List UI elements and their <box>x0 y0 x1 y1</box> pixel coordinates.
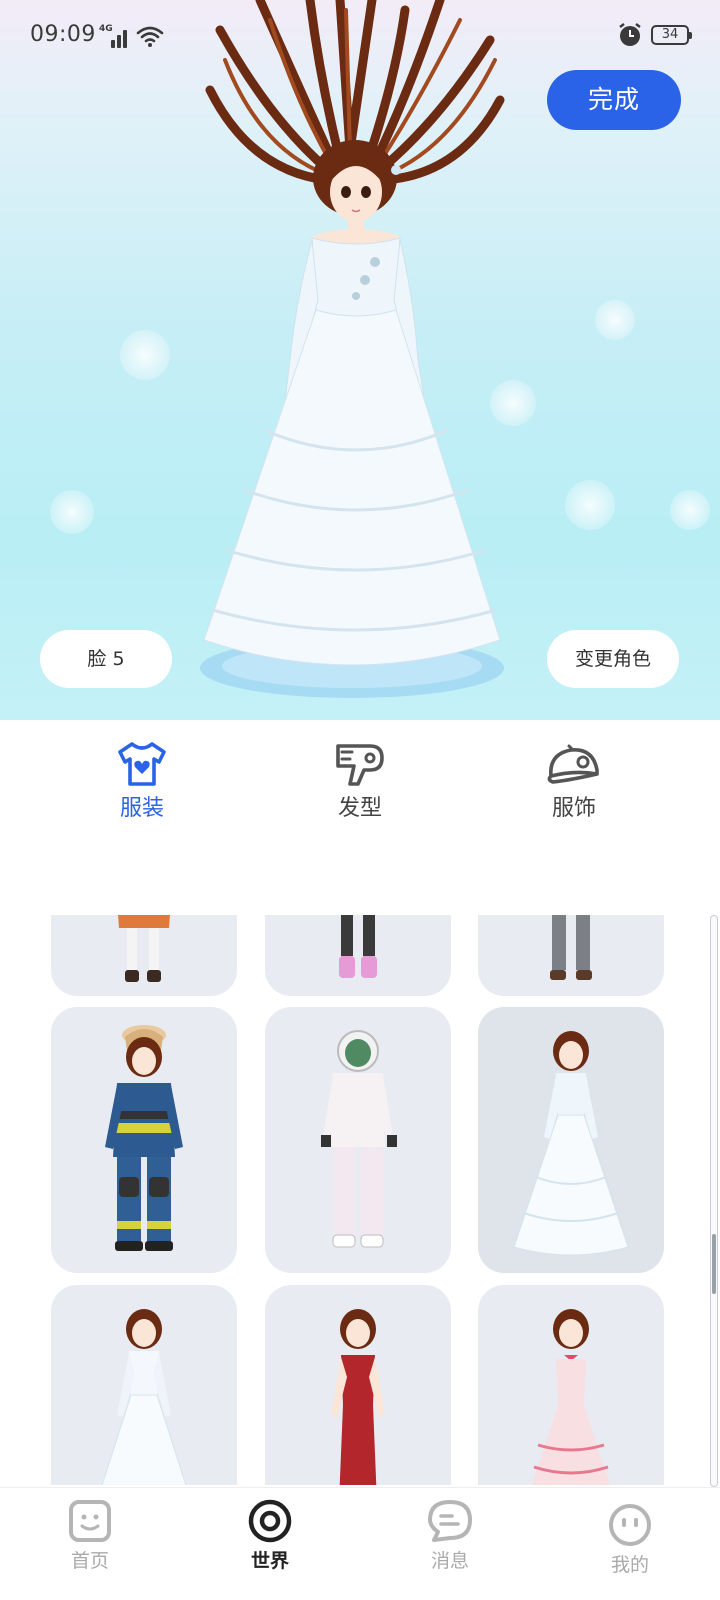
outfit-white-layered-gown-icon <box>513 1031 629 1256</box>
battery-indicator: 34 <box>651 25 692 45</box>
outfit-card-selected[interactable] <box>478 1007 664 1273</box>
world-ring-icon <box>248 1499 292 1543</box>
hair-dryer-icon <box>336 744 384 786</box>
outfit-grid <box>0 915 720 1485</box>
message-bubble-icon <box>428 1500 472 1542</box>
bokeh-light <box>670 490 710 530</box>
nav-world-label: 世界 <box>250 1550 289 1572</box>
outfit-orange-skirt-icon <box>118 915 170 982</box>
character-preview[interactable]: 09:09 4G 34 完成 脸 5 变更角色 <box>0 0 720 720</box>
face-select-button[interactable]: 脸 5 <box>40 630 172 688</box>
outfit-black-pants-pink-shoes-icon <box>339 915 377 978</box>
tab-accessories[interactable]: 服饰 <box>514 740 634 830</box>
network-type-label: 4G <box>99 24 113 34</box>
status-time: 09:09 <box>30 22 96 47</box>
outfit-white-wedding-dress-icon <box>101 1309 187 1485</box>
scrollbar-thumb[interactable] <box>712 1234 716 1294</box>
nav-home-label: 首页 <box>70 1550 109 1572</box>
tab-hairstyle-label: 发型 <box>337 796 382 821</box>
change-character-button[interactable]: 变更角色 <box>547 630 679 688</box>
outfit-pink-ruffle-dress-icon <box>532 1309 610 1485</box>
profile-face-icon <box>609 1504 651 1546</box>
tab-accessories-label: 服饰 <box>551 796 596 821</box>
bokeh-light <box>120 330 170 380</box>
outfit-red-evening-gown-icon <box>331 1309 385 1485</box>
outfit-astronaut-icon <box>321 1030 397 1248</box>
tab-clothing[interactable]: 服装 <box>82 740 202 830</box>
outfit-card[interactable] <box>265 1007 451 1273</box>
done-button[interactable]: 完成 <box>547 70 681 130</box>
outfit-card[interactable] <box>265 915 451 996</box>
nav-world[interactable]: 世界 <box>210 1488 330 1600</box>
wifi-icon <box>136 26 164 47</box>
tshirt-heart-icon <box>118 742 166 786</box>
tab-clothing-label: 服装 <box>119 796 164 821</box>
outfit-card[interactable] <box>51 915 237 996</box>
outfit-firefighter-icon <box>105 1025 183 1251</box>
nav-home[interactable]: 首页 <box>30 1488 150 1600</box>
outfit-grey-pants-icon <box>550 915 592 980</box>
alarm-icon <box>619 23 641 46</box>
nav-profile-label: 我的 <box>610 1554 649 1576</box>
outfit-card[interactable] <box>478 1285 664 1485</box>
nav-messages[interactable]: 消息 <box>390 1488 510 1600</box>
outfit-scrollbar[interactable] <box>710 915 718 1487</box>
outfit-card[interactable] <box>265 1285 451 1485</box>
bokeh-light <box>595 300 635 340</box>
cap-icon <box>547 744 599 784</box>
outfit-card[interactable] <box>51 1285 237 1485</box>
category-tabs: 服装 发型 服饰 <box>0 720 720 830</box>
cellular-signal-icon: 4G <box>99 24 131 48</box>
home-face-icon <box>69 1500 111 1542</box>
bokeh-light <box>565 480 615 530</box>
nav-messages-label: 消息 <box>430 1550 469 1572</box>
avatar-character[interactable] <box>200 0 520 720</box>
outfit-card[interactable] <box>478 915 664 996</box>
bottom-nav: 首页 世界 消息 我的 <box>0 1487 720 1600</box>
status-bar: 09:09 4G 34 <box>0 0 720 72</box>
tab-hairstyle[interactable]: 发型 <box>300 740 420 830</box>
bokeh-light <box>50 490 94 534</box>
outfit-card[interactable] <box>51 1007 237 1273</box>
nav-profile[interactable]: 我的 <box>570 1488 690 1600</box>
